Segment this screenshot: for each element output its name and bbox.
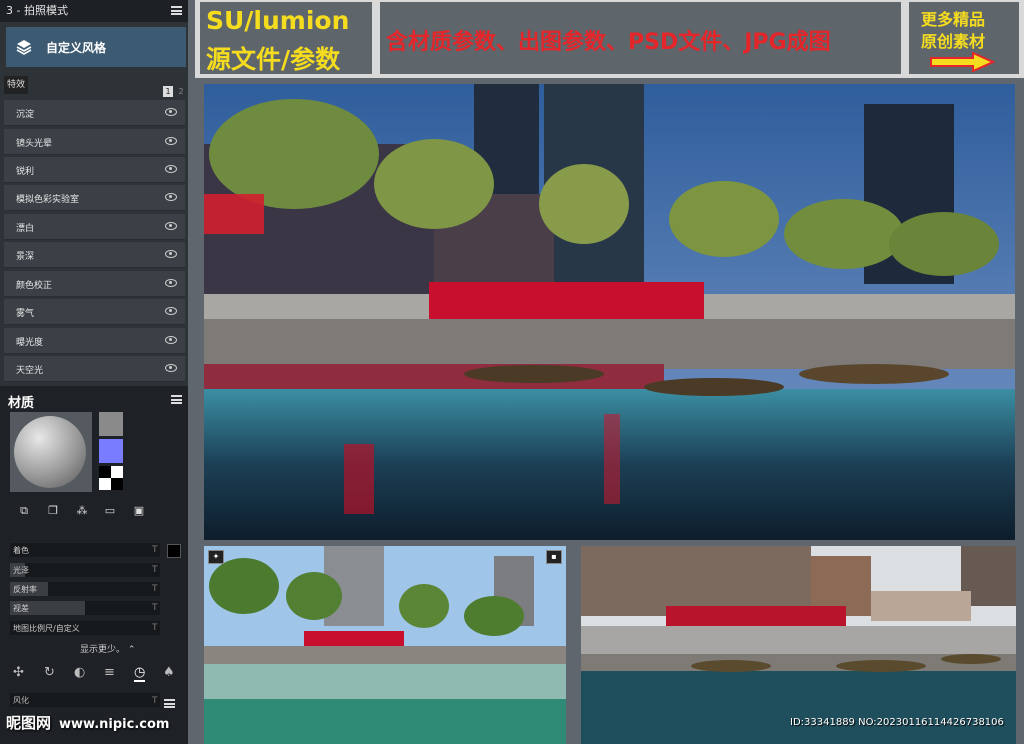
watermark-brand: 昵图网: [6, 714, 52, 732]
material-title: 材质: [8, 396, 35, 411]
effect-label: 曝光度: [16, 338, 44, 348]
text-toggle-icon[interactable]: T: [152, 623, 158, 633]
software-subtitle: 源文件/参数: [206, 45, 341, 74]
effect-row[interactable]: 颜色校正: [4, 271, 185, 297]
select-all-icon[interactable]: ⁂: [76, 505, 88, 517]
texture-swatch[interactable]: [99, 412, 123, 436]
save-icon[interactable]: ▣: [133, 505, 145, 517]
property-row[interactable]: 视差: [10, 601, 160, 615]
menu-icon[interactable]: [171, 6, 182, 15]
eye-icon[interactable]: [165, 193, 177, 201]
copy-icon[interactable]: ⧉: [18, 505, 30, 517]
checker-swatch[interactable]: [99, 466, 123, 490]
effect-label: 漂白: [16, 224, 35, 234]
effect-label: 景深: [16, 252, 35, 262]
property-row[interactable]: 反射率: [10, 582, 160, 596]
more-materials-box[interactable]: 更多精品 原创素材: [909, 2, 1019, 74]
property-label: 地图比例尺/自定义: [13, 624, 80, 633]
show-less-button[interactable]: 显示更少。 ⌃: [80, 642, 135, 655]
paste-icon[interactable]: ❐: [47, 505, 59, 517]
effect-row[interactable]: 镜头光晕: [4, 129, 185, 155]
effect-label: 雾气: [16, 309, 35, 319]
eye-icon[interactable]: [165, 336, 177, 344]
more-line-1: 更多精品: [921, 10, 986, 29]
fire-tool-icon[interactable]: ♠: [163, 665, 175, 680]
eye-icon[interactable]: [165, 279, 177, 287]
effect-row[interactable]: 漂白: [4, 214, 185, 240]
contrast-tool-icon[interactable]: ◐: [74, 665, 85, 680]
effect-row[interactable]: 沉淀: [4, 100, 185, 126]
page-1-button[interactable]: 1: [163, 86, 173, 97]
weathering-menu-icon[interactable]: [164, 699, 175, 708]
image-id: ID:33341889 NO:20230116114426738106: [790, 717, 1004, 728]
clock-tool-icon[interactable]: ◷: [134, 665, 146, 682]
text-toggle-icon[interactable]: T: [152, 565, 158, 575]
site-watermark: 昵图网 www.nipic.com: [6, 712, 169, 733]
text-toggle-icon[interactable]: T: [152, 603, 158, 613]
contents-text: 含材质参数、出图参数、PSD文件、JPG成图: [386, 30, 831, 55]
open-folder-icon[interactable]: ▭: [104, 505, 116, 517]
property-row[interactable]: 着色: [10, 543, 160, 557]
property-row[interactable]: 光泽: [10, 563, 160, 577]
weathering-slider[interactable]: 风化: [10, 693, 160, 707]
eye-icon[interactable]: [165, 250, 177, 258]
text-toggle-icon[interactable]: T: [152, 696, 158, 706]
main-render-scene: [204, 84, 1015, 540]
camera-icon[interactable]: ✦: [208, 550, 224, 564]
daylight-render: ✦ ▪: [204, 546, 566, 744]
contents-box: 含材质参数、出图参数、PSD文件、JPG成图: [380, 2, 901, 74]
watermark-url: www.nipic.com: [59, 717, 170, 732]
effect-row[interactable]: 曝光度: [4, 328, 185, 354]
effect-label: 锐利: [16, 167, 35, 177]
snapshot-icon[interactable]: ▪: [546, 550, 562, 564]
text-toggle-icon[interactable]: T: [152, 584, 158, 594]
custom-style-label: 自定义风格: [46, 41, 107, 55]
weathering-label: 风化: [13, 696, 29, 705]
effect-row[interactable]: 模拟色彩实验室: [4, 185, 185, 211]
rotate-tool-icon[interactable]: ↻: [44, 665, 55, 680]
custom-style-card[interactable]: 自定义风格: [6, 27, 186, 67]
property-label: 视差: [13, 604, 29, 613]
material-menu-icon[interactable]: [171, 395, 182, 404]
effect-label: 模拟色彩实验室: [16, 195, 80, 205]
property-label: 光泽: [13, 566, 29, 575]
text-toggle-icon[interactable]: T: [152, 545, 158, 555]
effect-label: 镜头光晕: [16, 139, 53, 149]
effect-label: 颜色校正: [16, 281, 53, 291]
more-line-2: 原创素材: [921, 32, 986, 51]
effect-row[interactable]: 景深: [4, 242, 185, 268]
software-title: SU/lumion: [206, 6, 350, 35]
effect-row[interactable]: 锐利: [4, 157, 185, 183]
daylight-render-scene: [204, 546, 566, 744]
arrow-right-icon: [930, 52, 995, 72]
style-icon: [16, 40, 32, 55]
effect-label: 天空光: [16, 366, 44, 376]
eye-icon[interactable]: [165, 108, 177, 116]
eye-icon[interactable]: [165, 137, 177, 145]
main-render: [204, 84, 1015, 540]
overcast-render-scene: [581, 546, 1016, 744]
effects-tab[interactable]: 特效: [4, 76, 28, 94]
effect-row[interactable]: 雾气: [4, 299, 185, 325]
eye-icon[interactable]: [165, 165, 177, 173]
eye-icon[interactable]: [165, 307, 177, 315]
sliders-tool-icon[interactable]: ≡: [104, 665, 115, 680]
page-2-button[interactable]: 2: [176, 86, 186, 97]
tint-color-picker[interactable]: [167, 544, 181, 558]
effect-row[interactable]: 天空光: [4, 356, 185, 382]
software-box: SU/lumion 源文件/参数: [200, 2, 372, 74]
eye-icon[interactable]: [165, 364, 177, 372]
eye-icon[interactable]: [165, 222, 177, 230]
mode-title: 3 - 拍照模式: [6, 4, 68, 17]
color-swatch[interactable]: [99, 439, 123, 463]
property-label: 反射率: [13, 585, 37, 594]
material-preview-sphere: [14, 416, 86, 488]
property-row[interactable]: 地图比例尺/自定义: [10, 621, 160, 635]
property-label: 着色: [13, 546, 29, 555]
move-tool-icon[interactable]: ✣: [13, 665, 24, 680]
overcast-render: [581, 546, 1016, 744]
effect-label: 沉淀: [16, 110, 35, 120]
mode-header: 3 - 拍照模式: [0, 0, 188, 22]
